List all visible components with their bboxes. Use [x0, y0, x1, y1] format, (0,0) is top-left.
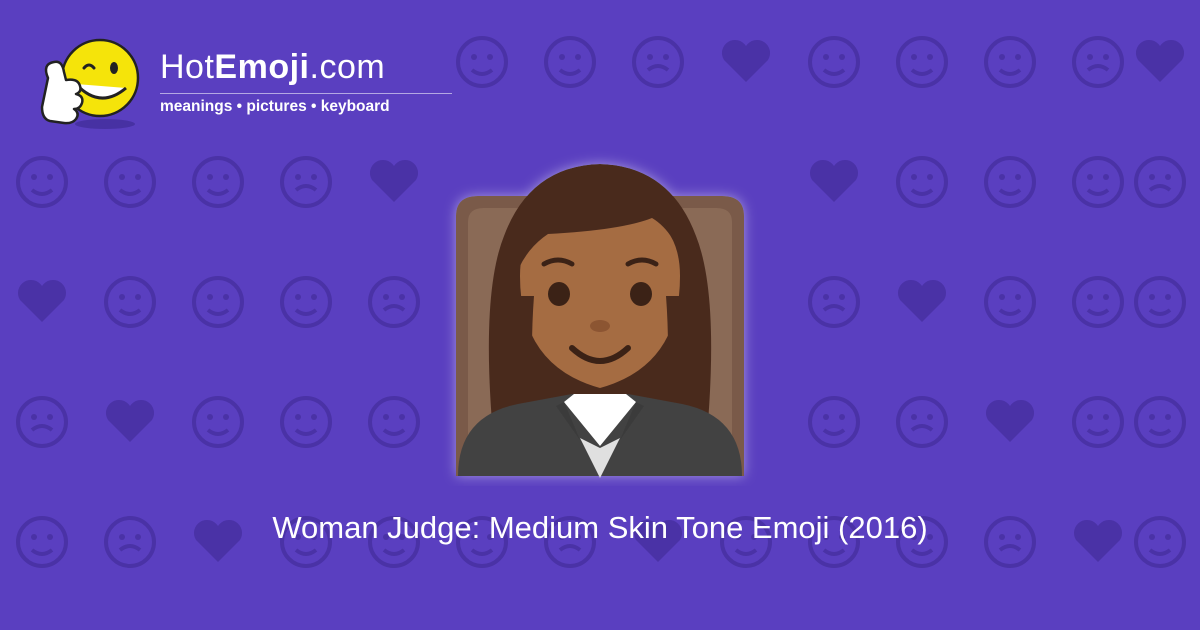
pattern-emoji-icon [368, 396, 420, 448]
pattern-emoji-icon [192, 156, 244, 208]
pattern-emoji-icon [104, 276, 156, 328]
pattern-emoji-icon [280, 276, 332, 328]
pattern-emoji-icon [105, 399, 155, 442]
site-logo[interactable]: HotEmoji.com meanings • pictures • keybo… [38, 34, 468, 134]
pattern-emoji-icon [17, 279, 67, 322]
pattern-emoji-icon [280, 156, 332, 208]
pattern-emoji-icon [721, 39, 771, 82]
pattern-emoji-icon [985, 399, 1035, 442]
pattern-emoji-icon [896, 396, 948, 448]
pattern-emoji-icon [1072, 156, 1124, 208]
pattern-emoji-icon [16, 156, 68, 208]
pattern-emoji-icon [984, 36, 1036, 88]
pattern-emoji-icon [369, 159, 419, 202]
site-name-bold: Emoji [214, 48, 310, 86]
pattern-emoji-icon [632, 36, 684, 88]
pattern-emoji-icon [1072, 36, 1124, 88]
pattern-emoji-icon [104, 156, 156, 208]
pattern-emoji-icon [984, 276, 1036, 328]
pattern-emoji-icon [808, 276, 860, 328]
pattern-emoji-icon [809, 159, 859, 202]
site-name-prefix: Hot [160, 48, 215, 86]
pattern-emoji-icon [368, 276, 420, 328]
pattern-emoji-icon [808, 396, 860, 448]
woman-judge-medium-skin-tone-icon [456, 164, 744, 478]
site-name-suffix: .com [309, 48, 386, 86]
site-tagline: meanings • pictures • keyboard [160, 98, 390, 115]
brand-divider [160, 93, 452, 94]
pattern-emoji-icon [896, 36, 948, 88]
pattern-emoji-icon [896, 156, 948, 208]
pattern-emoji-icon [16, 396, 68, 448]
pattern-emoji-icon [897, 279, 947, 322]
thumbs-up-wink-smiley-icon [40, 38, 140, 129]
site-name: HotEmoji.com [160, 48, 385, 87]
pattern-emoji-icon [1072, 276, 1124, 328]
pattern-emoji-icon [808, 36, 860, 88]
pattern-emoji-icon [1134, 396, 1186, 448]
pattern-emoji-icon [1134, 156, 1186, 208]
share-card: HotEmoji.com meanings • pictures • keybo… [0, 0, 1200, 630]
pattern-emoji-icon [1134, 276, 1186, 328]
pattern-emoji-icon [544, 36, 596, 88]
pattern-emoji-icon [984, 156, 1036, 208]
pattern-emoji-icon [192, 396, 244, 448]
pattern-emoji-icon [280, 396, 332, 448]
pattern-emoji-icon [1135, 39, 1185, 82]
pattern-emoji-icon [192, 276, 244, 328]
emoji-caption: Woman Judge: Medium Skin Tone Emoji (201… [272, 510, 928, 545]
pattern-emoji-icon [1072, 396, 1124, 448]
